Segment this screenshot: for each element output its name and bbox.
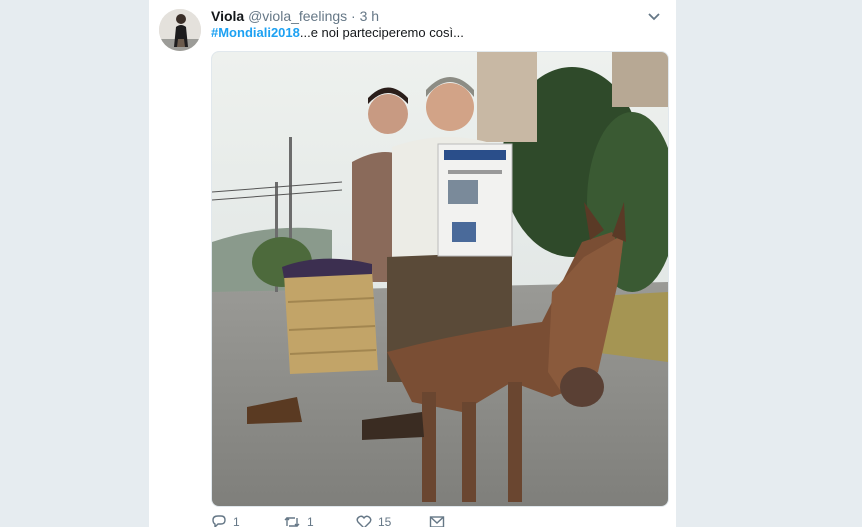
reply-icon xyxy=(212,515,226,527)
retweet-count: 1 xyxy=(307,515,314,527)
tweet-header: Viola @viola_feelings · 3 h xyxy=(211,7,636,25)
like-button[interactable]: 15 xyxy=(356,514,391,527)
avatar-image xyxy=(159,9,201,51)
chevron-down-icon[interactable] xyxy=(646,8,662,24)
avatar[interactable] xyxy=(159,9,201,51)
author-name[interactable]: Viola xyxy=(211,8,244,24)
tweet-timestamp[interactable]: 3 h xyxy=(360,8,379,24)
retweet-button[interactable]: 1 xyxy=(283,514,314,527)
direct-message-button[interactable] xyxy=(429,514,445,527)
photo-illustration xyxy=(212,52,668,506)
retweet-icon xyxy=(284,517,300,527)
reply-button[interactable]: 1 xyxy=(211,514,240,527)
message-icon xyxy=(429,516,445,527)
like-icon xyxy=(356,515,372,527)
author-handle[interactable]: @viola_feelings xyxy=(248,8,347,24)
hashtag-link[interactable]: #Mondiali2018 xyxy=(211,25,300,40)
like-count: 15 xyxy=(378,515,392,527)
reply-count: 1 xyxy=(233,515,240,527)
tweet-photo[interactable] xyxy=(211,51,669,507)
tweet-actions: 1 1 15 xyxy=(211,514,611,527)
header-separator: · xyxy=(351,8,356,24)
tweet-text: #Mondiali2018...e noi parteciperemo così… xyxy=(211,24,464,42)
tweet-body: ...e noi parteciperemo così... xyxy=(299,25,464,40)
tweet-card[interactable]: Viola @viola_feelings · 3 h #Mondiali201… xyxy=(149,0,676,527)
